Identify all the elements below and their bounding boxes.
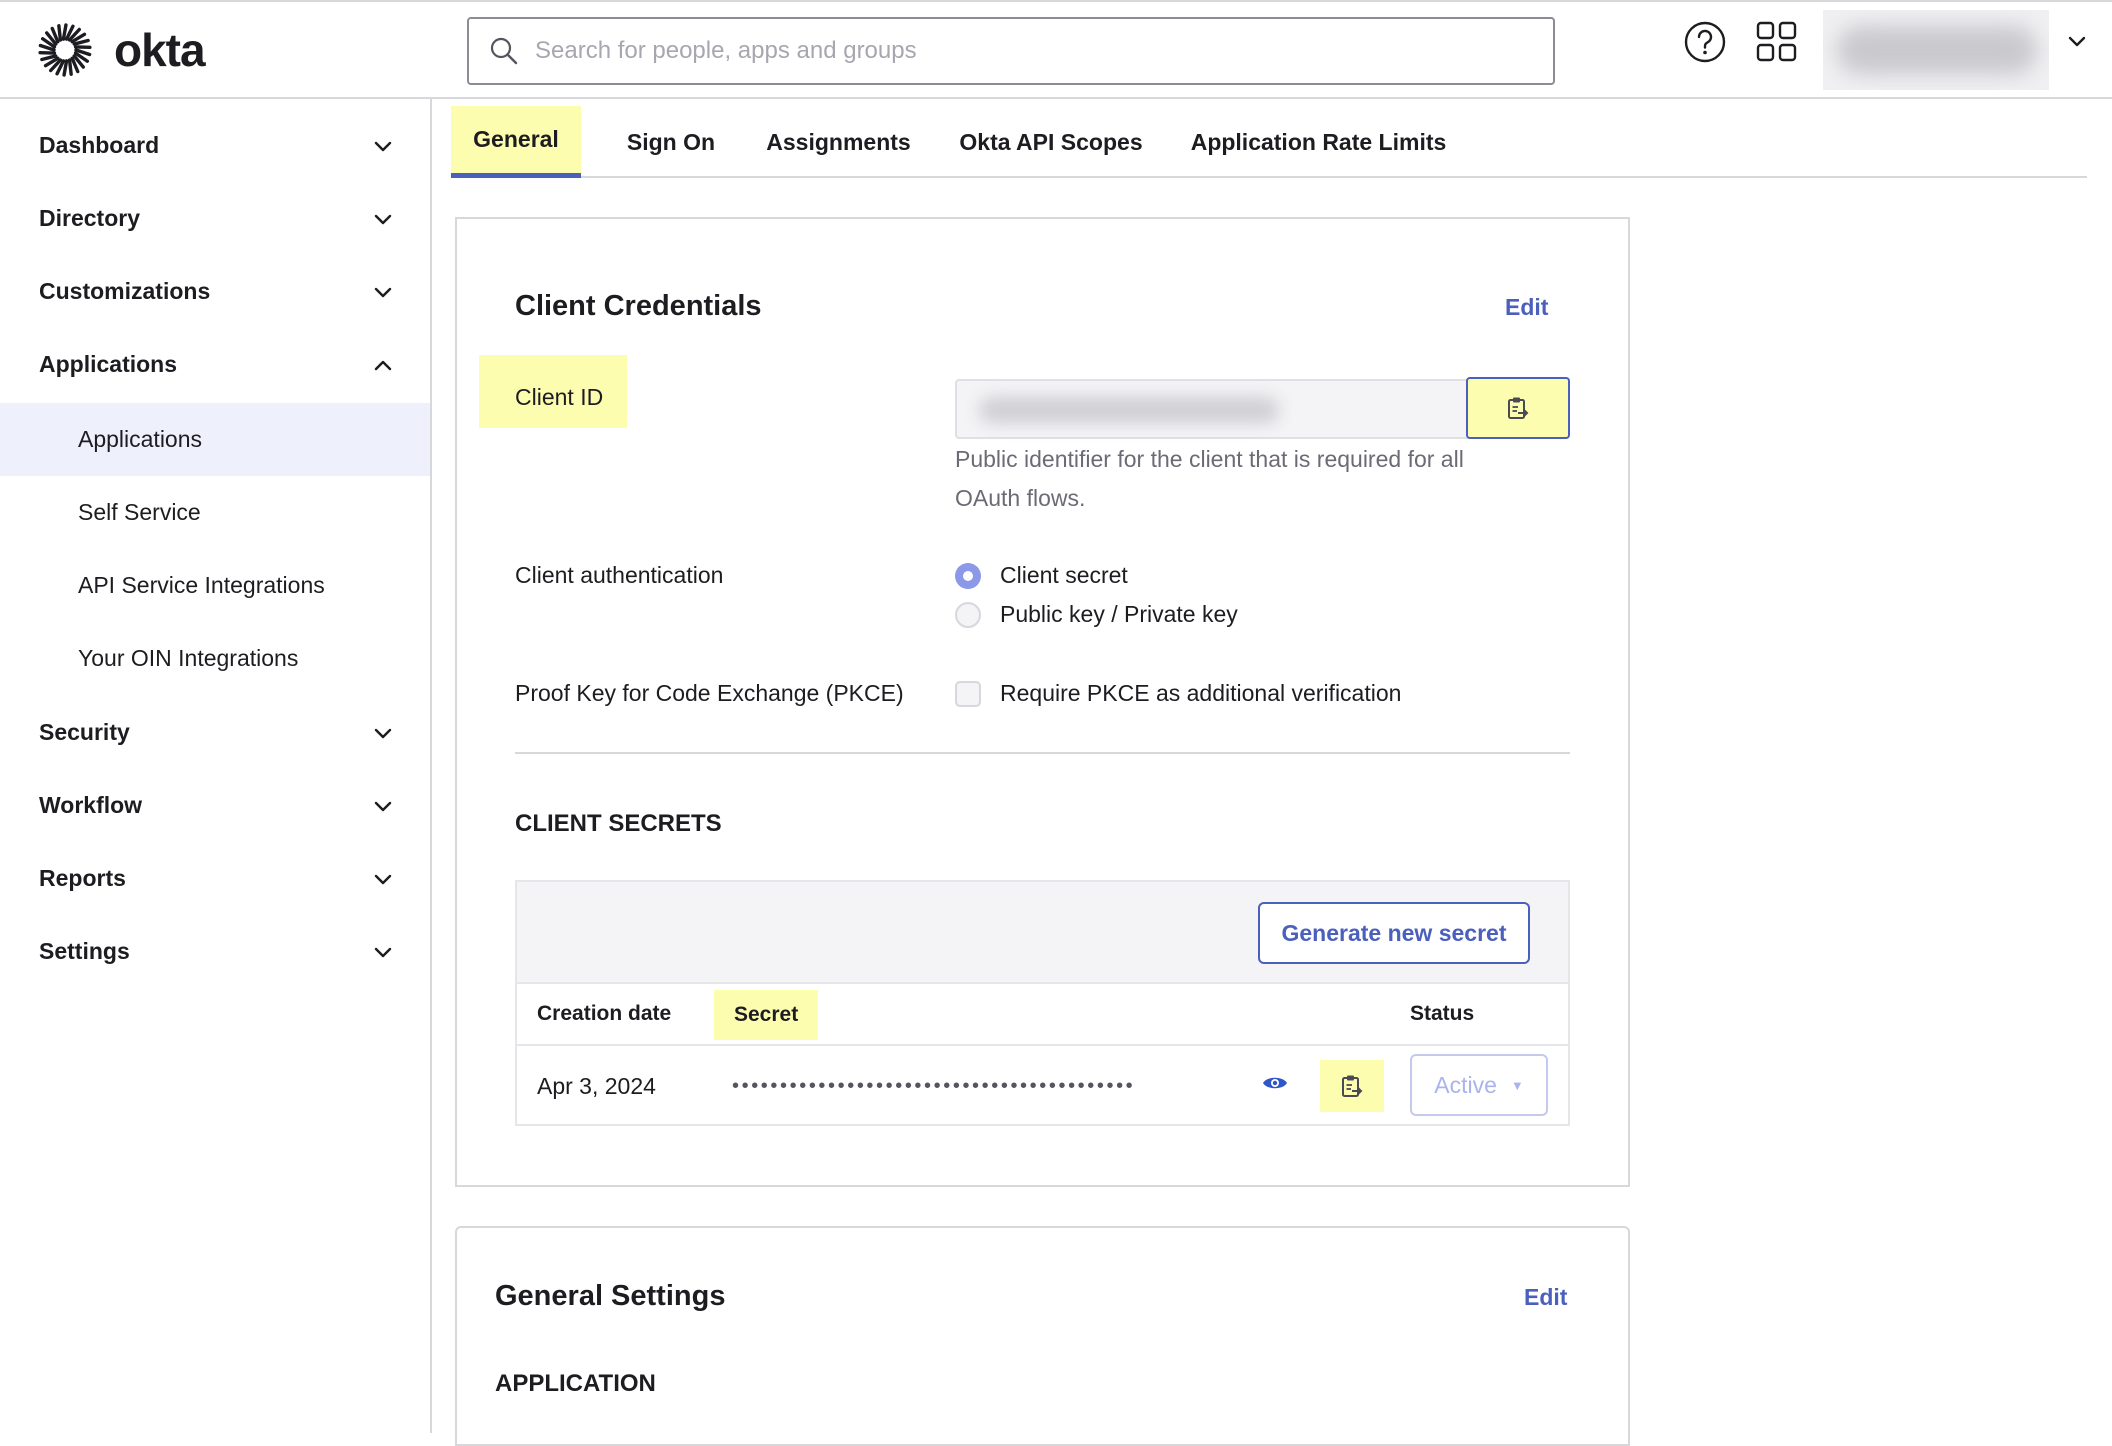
public-private-key-radio[interactable] <box>955 602 981 628</box>
sidebar-subitem-self-service[interactable]: Self Service <box>0 476 430 549</box>
client-id-help-text: Public identifier for the client that is… <box>955 440 1535 518</box>
tab-assignments[interactable]: Assignments <box>751 106 926 178</box>
copy-secret-button[interactable] <box>1320 1060 1384 1112</box>
chevron-up-icon <box>372 354 394 376</box>
okta-logo[interactable]: okta <box>38 22 205 78</box>
help-icon <box>1683 20 1727 64</box>
tab-sign-on[interactable]: Sign On <box>606 106 736 178</box>
sidebar-subitem-label: Self Service <box>78 499 201 526</box>
pkce-label: Proof Key for Code Exchange (PKCE) <box>515 680 904 707</box>
column-header-creation-date: Creation date <box>537 984 671 1044</box>
chevron-down-icon <box>372 281 394 303</box>
public-private-key-option-label[interactable]: Public key / Private key <box>1000 601 1238 628</box>
general-settings-title: General Settings <box>495 1280 725 1313</box>
pkce-checkbox[interactable] <box>955 681 981 707</box>
tab-okta-api-scopes[interactable]: Okta API Scopes <box>951 106 1151 178</box>
clipboard-copy-icon <box>1341 1074 1363 1098</box>
chevron-down-icon <box>372 868 394 890</box>
sidebar-subitem-label: Your OIN Integrations <box>78 645 298 672</box>
client-secrets-title: CLIENT SECRETS <box>515 810 722 838</box>
clipboard-copy-icon <box>1507 396 1529 420</box>
column-header-status: Status <box>1410 984 1474 1044</box>
secrets-toolbar: Generate new secret <box>517 882 1568 984</box>
sidebar-item-label: Customizations <box>39 278 210 305</box>
sidebar-subitem-applications[interactable]: Applications <box>0 403 430 476</box>
tab-application-rate-limits[interactable]: Application Rate Limits <box>1176 106 1461 178</box>
okta-sunburst-icon <box>38 23 92 77</box>
tab-general[interactable]: General <box>451 106 581 178</box>
app-tabs: General Sign On Assignments Okta API Sco… <box>451 106 2087 178</box>
sidebar-subitem-your-oin-integrations[interactable]: Your OIN Integrations <box>0 622 430 695</box>
sidebar-item-label: Applications <box>39 351 177 378</box>
sidebar-item-settings[interactable]: Settings <box>0 915 430 988</box>
sunburst-ray <box>59 26 61 40</box>
general-settings-edit-link[interactable]: Edit <box>1524 1284 1567 1311</box>
chevron-down-icon <box>372 795 394 817</box>
search-icon <box>489 36 519 66</box>
sidebar-item-reports[interactable]: Reports <box>0 842 430 915</box>
sidebar-item-applications[interactable]: Applications <box>0 328 430 401</box>
sidebar-subitem-api-service-integrations[interactable]: API Service Integrations <box>0 549 430 622</box>
sidebar-item-workflow[interactable]: Workflow <box>0 769 430 842</box>
general-settings-card <box>455 1226 1630 1446</box>
chevron-down-icon <box>372 135 394 157</box>
section-divider <box>515 752 1570 754</box>
reveal-secret-button[interactable] <box>1262 1074 1288 1097</box>
sidebar-item-dashboard[interactable]: Dashboard <box>0 109 430 182</box>
client-credentials-edit-link[interactable]: Edit <box>1505 294 1548 321</box>
client-credentials-title: Client Credentials <box>515 290 762 323</box>
sidebar-item-security[interactable]: Security <box>0 696 430 769</box>
client-authentication-label: Client authentication <box>515 562 723 589</box>
sidebar-item-customizations[interactable]: Customizations <box>0 255 430 328</box>
sidebar-item-label: Reports <box>39 865 126 892</box>
caret-down-icon: ▼ <box>1511 1078 1524 1093</box>
secret-masked-value: ••••••••••••••••••••••••••••••••••••••••… <box>732 1046 1135 1126</box>
app-switcher-button[interactable] <box>1755 20 1799 69</box>
sidebar-item-label: Security <box>39 719 130 746</box>
generate-new-secret-button[interactable]: Generate new secret <box>1258 902 1530 964</box>
user-menu-chevron[interactable] <box>2066 30 2088 57</box>
client-secret-radio[interactable] <box>955 563 981 589</box>
search-input[interactable] <box>533 36 1493 66</box>
sidebar-nav: Dashboard Directory Customizations Appli… <box>0 99 432 1433</box>
sidebar-item-label: Settings <box>39 938 130 965</box>
app-grid-icon <box>1755 20 1799 64</box>
help-button[interactable] <box>1683 20 1727 69</box>
chevron-down-icon <box>2066 30 2088 52</box>
pkce-option-label[interactable]: Require PKCE as additional verification <box>1000 680 1401 707</box>
chevron-down-icon <box>372 722 394 744</box>
search-box[interactable] <box>467 17 1555 85</box>
secret-status-dropdown[interactable]: Active ▼ <box>1410 1054 1548 1116</box>
column-header-secret: Secret <box>714 990 818 1040</box>
sidebar-subitem-label: API Service Integrations <box>78 572 325 599</box>
sidebar-subitem-label: Applications <box>78 426 202 453</box>
client-secrets-table: Generate new secret Creation date Secret… <box>515 880 1570 1126</box>
sunburst-ray <box>63 25 66 39</box>
secret-status-label: Active <box>1434 1072 1497 1099</box>
eye-icon <box>1262 1074 1288 1092</box>
sunburst-ray <box>64 61 67 75</box>
client-id-redacted <box>979 397 1279 423</box>
sidebar-item-label: Workflow <box>39 792 142 819</box>
user-menu-redacted[interactable] <box>1823 10 2049 90</box>
sidebar-item-label: Dashboard <box>39 132 159 159</box>
top-header: okta <box>0 0 2112 99</box>
application-section-title: APPLICATION <box>495 1370 656 1398</box>
secret-creation-date: Apr 3, 2024 <box>537 1046 656 1126</box>
logo-text: okta <box>114 23 205 77</box>
client-secret-option-label[interactable]: Client secret <box>1000 562 1128 589</box>
copy-client-id-button[interactable] <box>1466 377 1570 439</box>
chevron-down-icon <box>372 941 394 963</box>
client-id-label: Client ID <box>479 355 627 428</box>
sidebar-item-label: Directory <box>39 205 140 232</box>
sunburst-ray <box>70 60 72 74</box>
sidebar-item-directory[interactable]: Directory <box>0 182 430 255</box>
chevron-down-icon <box>372 208 394 230</box>
